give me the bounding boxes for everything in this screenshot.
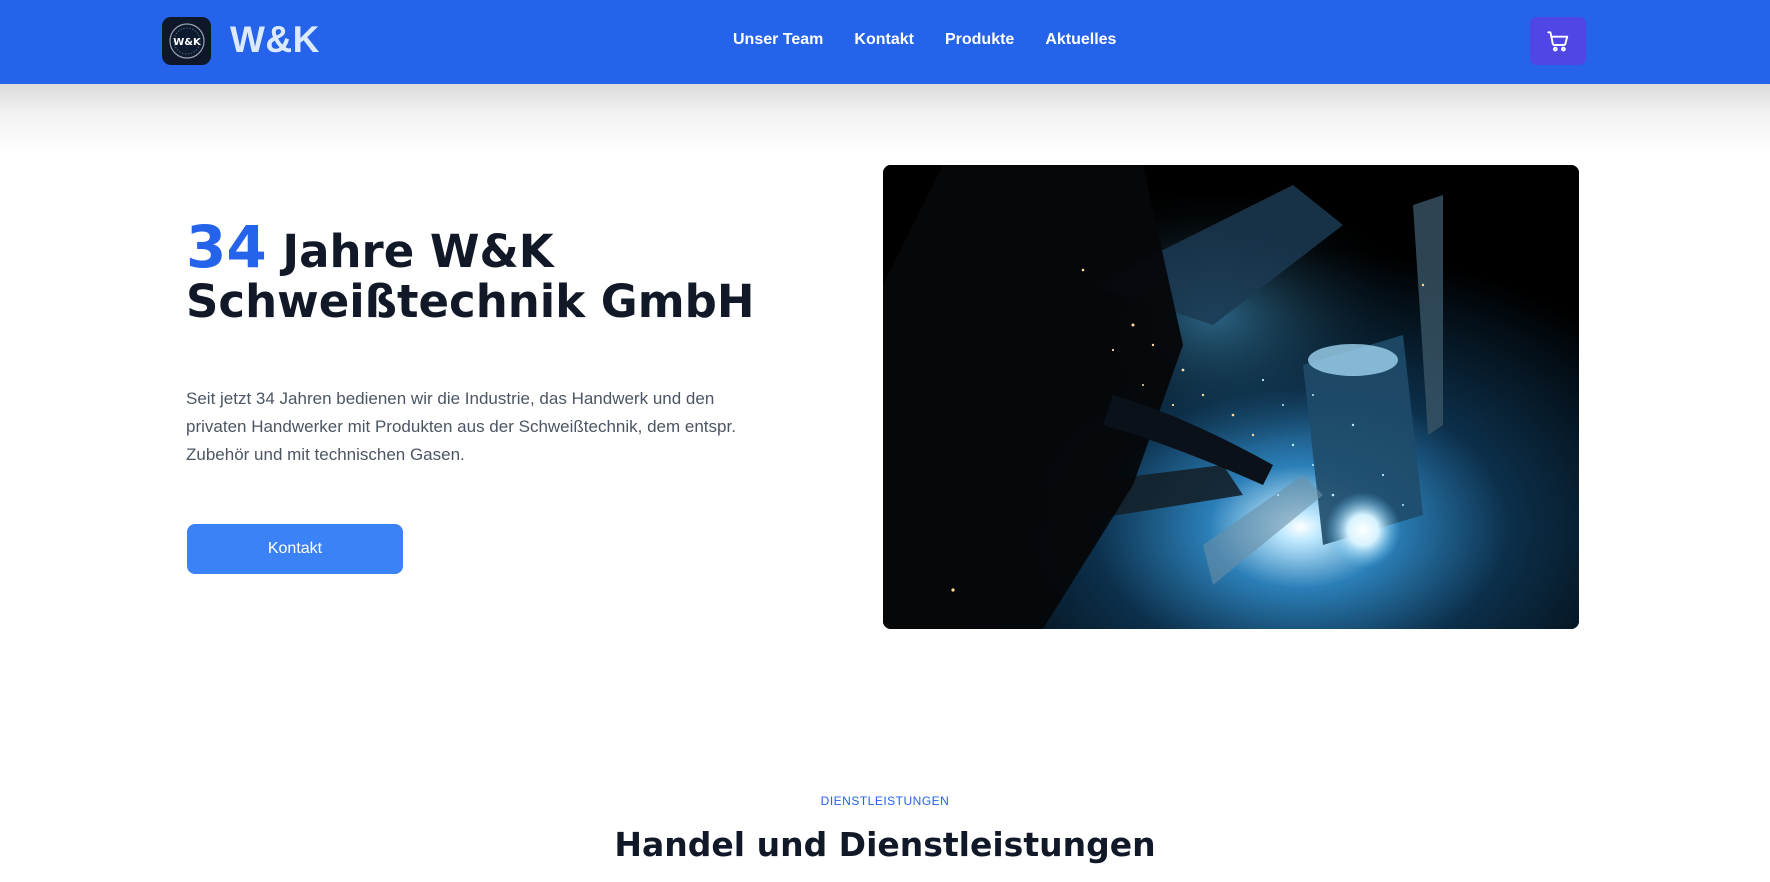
- hero-description: Seit jetzt 34 Jahren bedienen wir die In…: [186, 389, 736, 464]
- welding-photo: [883, 165, 1579, 629]
- nav-aktuelles[interactable]: Aktuelles: [1045, 31, 1116, 49]
- contact-button[interactable]: Kontakt: [187, 524, 403, 574]
- logo-text: W&K: [173, 37, 202, 48]
- cart-button[interactable]: [1530, 17, 1586, 65]
- nav-kontakt[interactable]: Kontakt: [854, 31, 914, 49]
- site-header: W&K W&K Unser Team Kontakt Produkte Aktu…: [0, 0, 1770, 84]
- services-eyebrow: DIENSTLEISTUNGEN: [820, 794, 950, 808]
- hero-title: 34 Jahre W&K Schweißtechnik GmbH: [186, 218, 806, 328]
- welding-illustration: [883, 165, 1579, 629]
- shopping-cart-icon: [1547, 31, 1569, 52]
- main-nav: Unser Team Kontakt Produkte Aktuelles: [733, 31, 1116, 49]
- hero-title-line1: Jahre W&K: [282, 225, 554, 278]
- hero-title-line2: Schweißtechnik GmbH: [186, 275, 755, 328]
- services-title: Handel und Dienstleistungen: [614, 825, 1156, 864]
- logo[interactable]: W&K: [162, 17, 211, 65]
- nav-unser-team[interactable]: Unser Team: [733, 31, 823, 49]
- header-shadow: [0, 84, 1770, 154]
- hero-title-number: 34: [186, 213, 267, 281]
- logo-emblem-icon: W&K: [168, 23, 205, 59]
- brand-name[interactable]: W&K: [230, 19, 320, 61]
- nav-produkte[interactable]: Produkte: [945, 31, 1014, 49]
